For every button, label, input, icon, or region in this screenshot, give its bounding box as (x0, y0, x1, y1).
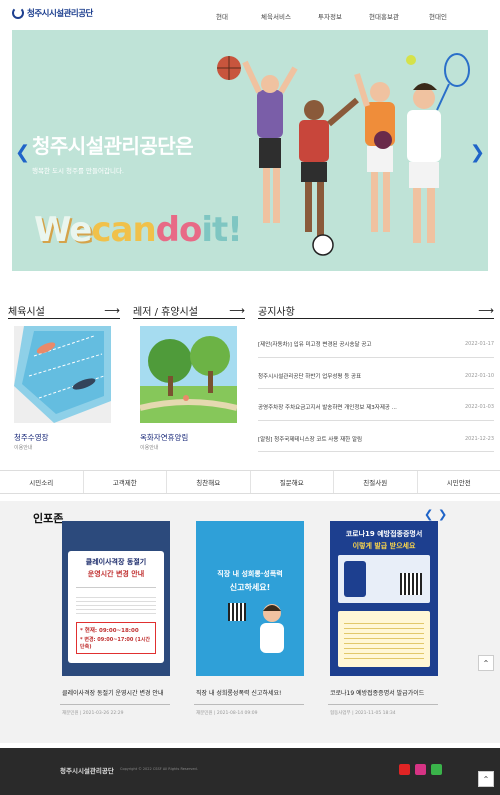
sports-card-subtitle: 이용안내 (14, 445, 33, 451)
hero-illustration (217, 53, 470, 256)
leisure-card-image[interactable] (140, 326, 237, 423)
nav-item-5[interactable]: 현대인 (411, 11, 465, 21)
notice-date: 2022-01-03 (464, 404, 494, 411)
arrow-right-icon: ⟶ (104, 304, 120, 317)
hero-title: 청주시설관리공단은 (32, 134, 194, 158)
nav-item-2[interactable]: 체육서비스 (249, 11, 303, 21)
arrow-right-icon: ⟶ (478, 304, 494, 317)
hero-subtitle: 행복한 도시 청주를 만들어갑니다. (32, 167, 124, 175)
notice-section-title: 공지사항 (258, 307, 295, 318)
sports-card-image[interactable] (14, 326, 111, 423)
sports-section-header[interactable]: 체육시설 ⟶ (8, 303, 120, 319)
logo-mark-icon (12, 7, 24, 19)
poster-headline-2: 운영시간 변경 안내 (87, 570, 145, 578)
info-next-chevron-icon[interactable]: ❯ (438, 508, 447, 521)
site-footer: 청주시시설관리공단 Copyright © 2022 CSSF All Righ… (0, 748, 500, 795)
notice-title: 공영주차장 주차요금고지서 발송하면 개인정보 제3자제공 ... (258, 405, 397, 412)
notice-row[interactable]: 공영주차장 주차요금고지서 발송하면 개인정보 제3자제공 ... 2022-0… (258, 389, 494, 421)
notice-date: 2021-12-23 (464, 435, 494, 442)
notice-title: 청주시시설관리공단 하반기 업무성평 등 공표 (258, 373, 362, 380)
leisure-section-header[interactable]: 레저 / 휴양시설 ⟶ (133, 303, 245, 319)
caller-illustration (260, 604, 284, 653)
info-zone-title: 인포존 (33, 512, 64, 525)
notice-row[interactable]: [제안(자동차)] 입유 미고정 변경된 공시송달 공고 2022-01-17 (258, 326, 494, 358)
poster-headline-2: 신고하세요! (229, 583, 271, 592)
site-header: 청주시시설관리공단 현대 체육서비스 투자정보 현대홍보관 현대인 (0, 0, 500, 30)
quick-link-3[interactable]: 칭찬해요 (167, 471, 251, 493)
poster-meta: 협동사업부 | 2021-11-05 18:34 (330, 711, 396, 716)
poster-headline-1: 코로나19 예방접종증명서 (345, 530, 423, 538)
leisure-section-title: 레저 / 휴양시설 (133, 307, 198, 318)
logo-text: 청주시시설관리공단 (27, 9, 93, 19)
poster-caption[interactable]: 직장 내 성희롱성폭력 신고하세요! (196, 688, 281, 697)
scroll-top-chevron-up-icon[interactable]: ⌃ (478, 655, 494, 671)
poster-inner: 클레이사격장 동절기 운영시간 변경 안내 * 현재: 09:00~18:00 … (68, 551, 164, 663)
poster-notice-box: * 현재: 09:00~18:00 * 변경: 09:00~17:00 (1시간… (76, 622, 156, 654)
qr-code-icon (400, 573, 422, 595)
hero-brand-lettering: Wecandoit! (34, 210, 243, 250)
info-prev-chevron-icon[interactable]: ❮ (424, 508, 433, 521)
notice-section-header[interactable]: 공지사항 ⟶ (258, 303, 494, 319)
leisure-card-subtitle: 이용안내 (140, 445, 159, 451)
main-nav: 현대 체육서비스 투자정보 현대홍보관 현대인 (195, 11, 465, 21)
qr-code-icon (228, 603, 246, 621)
brand-part-2: can (91, 210, 156, 250)
notice-list: [제안(자동차)] 입유 미고정 변경된 공시송달 공고 2022-01-17 … (258, 326, 494, 452)
blog-icon[interactable] (431, 764, 442, 775)
scroll-top-chevron-up-icon[interactable]: ⌃ (478, 771, 494, 787)
poster-meta: 재분민원 | 2021-03-26 22:29 (62, 711, 124, 716)
poster-card[interactable]: 코로나19 예방접종증명서 이렇게 발급 받으세요 (330, 521, 438, 676)
hero-banner[interactable]: 청주시설관리공단은 행복한 도시 청주를 만들어갑니다. Wecandoit! … (12, 30, 488, 271)
poster-headline-2: 이렇게 발급 받으세요 (352, 542, 416, 550)
poster-caption[interactable]: 코로나19 예방접종증명서 발급가이드 (330, 688, 424, 697)
nav-item-1[interactable]: 현대 (195, 11, 249, 21)
brand-part-4: it! (201, 210, 242, 250)
notice-title: [알림] 청주국제테니스장 코트 사용 재한 알림 (258, 436, 363, 443)
nav-item-3[interactable]: 투자정보 (303, 11, 357, 21)
poster-card[interactable]: 클레이사격장 동절기 운영시간 변경 안내 * 현재: 09:00~18:00 … (62, 521, 170, 676)
hero-next-chevron-icon[interactable]: ❯ (470, 142, 485, 163)
footer-logo[interactable]: 청주시시설관리공단 (60, 765, 114, 775)
leisure-card-title[interactable]: 옥화자연휴양림 (140, 432, 188, 443)
poster-headline-1: 직장 내 성희롱·성폭력 (217, 570, 283, 578)
notice-date: 2022-01-17 (464, 341, 494, 348)
brand-part-3: do (155, 210, 203, 250)
phone-icon (344, 561, 366, 597)
quick-link-1[interactable]: 시민소리 (0, 471, 84, 493)
quick-link-5[interactable]: 친절사원 (334, 471, 418, 493)
poster-headline-1: 클레이사격장 동절기 (85, 558, 147, 566)
sports-section-title: 체육시설 (8, 307, 45, 318)
footer-copyright: Copyright © 2022 CSSF All Rights Reserve… (120, 767, 198, 771)
instagram-icon[interactable] (415, 764, 426, 775)
brand-part-1: We (34, 210, 92, 250)
poster-note-2: * 변경: 09:00~17:00 (1시간 단축) (80, 637, 151, 650)
pool-illustration (14, 326, 111, 423)
poster-body-lines (344, 619, 424, 659)
nav-item-4[interactable]: 현대홍보관 (357, 11, 411, 21)
info-zone: 인포존 ❮ ❯ 클레이사격장 동절기 운영시간 변경 안내 * 현재: 09:0… (0, 501, 500, 743)
sports-card-title[interactable]: 청주수영장 (14, 432, 49, 443)
notice-row[interactable]: 청주시시설관리공단 하반기 업무성평 등 공표 2022-01-10 (258, 358, 494, 389)
poster-caption[interactable]: 클레이사격장 동절기 운영시간 변경 안내 (62, 688, 163, 697)
hero-prev-chevron-icon[interactable]: ❮ (15, 142, 30, 163)
quick-links-bar: 시민소리 고객제한 칭찬해요 질문해요 친절사원 시민안전 (0, 470, 500, 494)
notice-row[interactable]: [알림] 청주국제테니스장 코트 사용 재한 알림 2021-12-23 (258, 421, 494, 452)
poster-meta: 재분민원 | 2021-08-14 09:09 (196, 711, 258, 716)
poster-note-1: * 현재: 09:00~18:00 (80, 628, 139, 634)
poster-divider (76, 587, 156, 588)
arrow-right-icon: ⟶ (229, 304, 245, 317)
notice-date: 2022-01-10 (464, 372, 494, 379)
poster-body-lines (76, 594, 156, 616)
poster-divider (328, 704, 438, 705)
poster-card[interactable]: 직장 내 성희롱·성폭력 신고하세요! (196, 521, 304, 676)
notice-title: [제안(자동차)] 입유 미고정 변경된 공시송달 공고 (258, 342, 372, 349)
forest-illustration (140, 326, 237, 423)
site-logo[interactable]: 청주시시설관리공단 (12, 7, 93, 19)
quick-link-2[interactable]: 고객제한 (84, 471, 167, 493)
poster-divider (194, 704, 304, 705)
youtube-icon[interactable] (399, 764, 410, 775)
quick-link-4[interactable]: 질문해요 (251, 471, 334, 493)
quick-link-6[interactable]: 시민안전 (418, 471, 500, 493)
poster-divider (60, 704, 170, 705)
